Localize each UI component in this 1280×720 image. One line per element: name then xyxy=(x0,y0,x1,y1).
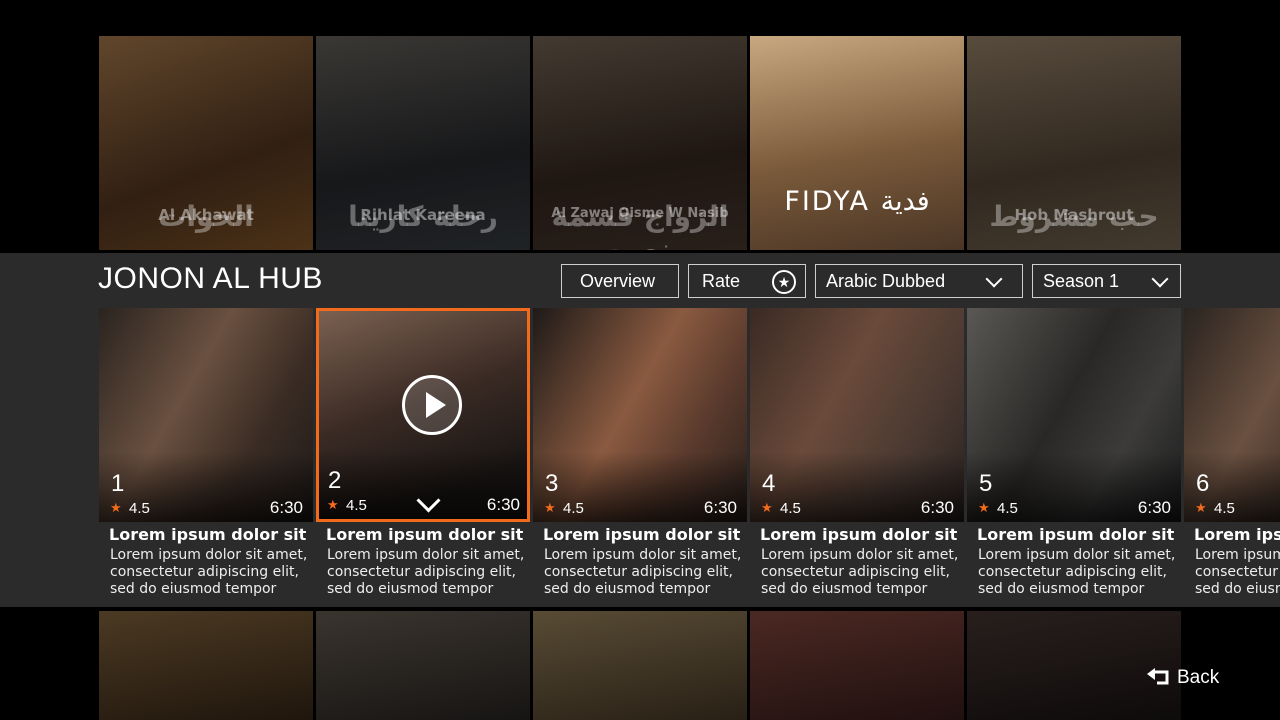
episode-card-3[interactable]: 3 ★ 4.5 6:30 xyxy=(533,308,747,522)
desc-line: consectetur adipiscing elit, xyxy=(978,564,1167,580)
poster-brand: FIDYA فدية xyxy=(750,186,964,217)
language-selected: Arabic Dubbed xyxy=(826,271,946,291)
poster-fidya[interactable]: FIDYA فدية xyxy=(750,36,964,250)
rating-star-icon: ★ xyxy=(1195,501,1207,516)
episode-duration: 6:30 xyxy=(920,498,954,517)
episode-rating: 4.5 xyxy=(129,500,150,517)
episode-info-1: Lorem ipsum dolor sit Lorem ipsum dolor … xyxy=(99,525,313,598)
episode-rating: 4.5 xyxy=(563,500,584,517)
season-dropdown[interactable]: Season 1 xyxy=(1032,264,1181,298)
episode-title: Lorem ipsum dolor sit xyxy=(109,525,307,544)
desc-line: consectetur adipiscing elit, xyxy=(327,564,516,580)
star-icon: ★ xyxy=(772,270,796,294)
desc-line: consectetur adipiscing elit, xyxy=(761,564,950,580)
play-icon[interactable] xyxy=(402,375,462,435)
desc-line: sed do eiusmod tempor xyxy=(110,581,277,597)
episode-rating: 4.5 xyxy=(997,500,1018,517)
poster-title-ar: فدية xyxy=(880,186,930,217)
episode-description: Lorem ipsum dolor sit amet, consectetur … xyxy=(533,547,747,598)
poster-title-en: Al Zawaj Qisme W Nasib xyxy=(551,206,729,221)
episode-number: 2 xyxy=(328,467,342,494)
language-dropdown[interactable]: Arabic Dubbed xyxy=(815,264,1023,298)
poster-al-zawaj[interactable]: الزواج قسمة ونصيب Al Zawaj Qisme W Nasib xyxy=(533,36,747,250)
season-selected: Season 1 xyxy=(1043,271,1120,291)
episode-info-6: Lorem ipsum dolor sit Lorem ipsum dolor … xyxy=(1184,525,1280,598)
episode-number: 6 xyxy=(1196,470,1210,497)
desc-line: Lorem ipsum dolor sit amet, xyxy=(761,547,959,563)
rating-star-icon: ★ xyxy=(978,501,990,516)
bottom-poster-2[interactable] xyxy=(316,611,530,720)
back-label: Back xyxy=(1177,667,1220,688)
episode-title: Lorem ipsum dolor sit xyxy=(326,525,524,544)
poster-title-en: FIDYA xyxy=(784,186,870,217)
rate-label: Rate xyxy=(702,271,741,291)
poster-al-akhawat[interactable]: الخوات Al Akhawat xyxy=(99,36,313,250)
episode-duration: 6:30 xyxy=(703,498,737,517)
desc-line: Lorem ipsum dolor sit amet, xyxy=(1195,547,1280,563)
episode-title: Lorem ipsum dolor sit xyxy=(543,525,741,544)
desc-line: consectetur adipiscing elit, xyxy=(110,564,299,580)
desc-line: Lorem ipsum dolor sit amet, xyxy=(110,547,308,563)
desc-line: sed do eiusmod tempor xyxy=(761,581,928,597)
overview-label: Overview xyxy=(580,271,656,291)
episode-description: Lorem ipsum dolor sit amet, consectetur … xyxy=(750,547,964,598)
episode-number: 4 xyxy=(762,470,776,497)
desc-line: Lorem ipsum dolor sit amet, xyxy=(327,547,525,563)
episode-card-4[interactable]: 4 ★ 4.5 6:30 xyxy=(750,308,964,522)
episode-duration: 6:30 xyxy=(269,498,303,517)
desc-line: sed do eiusmod tempor xyxy=(1195,581,1280,597)
desc-line: consectetur adipiscing elit, xyxy=(544,564,733,580)
rating-star-icon: ★ xyxy=(327,498,339,513)
bottom-poster-1[interactable] xyxy=(99,611,313,720)
rating-star-icon: ★ xyxy=(110,501,122,516)
episode-title: Lorem ipsum dolor sit xyxy=(760,525,958,544)
episode-title: Lorem ipsum dolor sit xyxy=(1194,525,1280,544)
desc-line: sed do eiusmod tempor xyxy=(544,581,711,597)
episode-description: Lorem ipsum dolor sit amet, consectetur … xyxy=(316,547,530,598)
episode-card-1[interactable]: 1 ★ 4.5 6:30 xyxy=(99,308,313,522)
episode-description: Lorem ipsum dolor sit amet, consectetur … xyxy=(1184,547,1280,598)
poster-hob-mashrout[interactable]: حب مشروط Hob Mashrout xyxy=(967,36,1181,250)
rating-star-icon: ★ xyxy=(544,501,556,516)
episode-card-5[interactable]: 5 ★ 4.5 6:30 xyxy=(967,308,1181,522)
poster-rihlat-kareena[interactable]: رحلة كارينا Rihlat Kareena xyxy=(316,36,530,250)
show-title: JONON AL HUB xyxy=(98,262,323,295)
desc-line: Lorem ipsum dolor sit amet, xyxy=(544,547,742,563)
episode-info-2: Lorem ipsum dolor sit Lorem ipsum dolor … xyxy=(316,525,530,598)
episode-card-2[interactable]: 2 ★ 4.5 6:30 xyxy=(316,308,530,522)
bottom-poster-3[interactable] xyxy=(533,611,747,720)
episode-duration: 6:30 xyxy=(1137,498,1171,517)
bottom-poster-4[interactable] xyxy=(750,611,964,720)
chevron-down-icon xyxy=(1151,270,1169,288)
overview-button[interactable]: Overview xyxy=(561,264,679,298)
episode-rating: 4.5 xyxy=(346,497,367,514)
rating-star-icon: ★ xyxy=(761,501,773,516)
episode-number: 5 xyxy=(979,470,993,497)
episode-number: 1 xyxy=(111,470,125,497)
episode-duration: 6:30 xyxy=(486,495,520,514)
episode-title: Lorem ipsum dolor sit xyxy=(977,525,1175,544)
episode-description: Lorem ipsum dolor sit amet, consectetur … xyxy=(99,547,313,598)
desc-line: sed do eiusmod tempor xyxy=(978,581,1145,597)
episode-rating: 4.5 xyxy=(780,500,801,517)
episode-number: 3 xyxy=(545,470,559,497)
desc-line: consectetur adipiscing elit, xyxy=(1195,564,1280,580)
chevron-down-icon xyxy=(985,270,1003,288)
poster-title-en: Hob Mashrout xyxy=(1014,206,1134,224)
poster-title-en: Al Akhawat xyxy=(158,206,254,224)
episode-info-4: Lorem ipsum dolor sit Lorem ipsum dolor … xyxy=(750,525,964,598)
back-arrow-icon xyxy=(1147,668,1169,685)
episode-description: Lorem ipsum dolor sit amet, consectetur … xyxy=(967,547,1181,598)
desc-line: sed do eiusmod tempor xyxy=(327,581,494,597)
episode-info-3: Lorem ipsum dolor sit Lorem ipsum dolor … xyxy=(533,525,747,598)
desc-line: Lorem ipsum dolor sit amet, xyxy=(978,547,1176,563)
rate-button[interactable]: Rate ★ xyxy=(688,264,806,298)
episode-rating: 4.5 xyxy=(1214,500,1235,517)
episode-card-6[interactable]: 6 ★ 4.5 xyxy=(1184,308,1280,522)
episode-info-5: Lorem ipsum dolor sit Lorem ipsum dolor … xyxy=(967,525,1181,598)
poster-title-en: Rihlat Kareena xyxy=(360,206,486,224)
